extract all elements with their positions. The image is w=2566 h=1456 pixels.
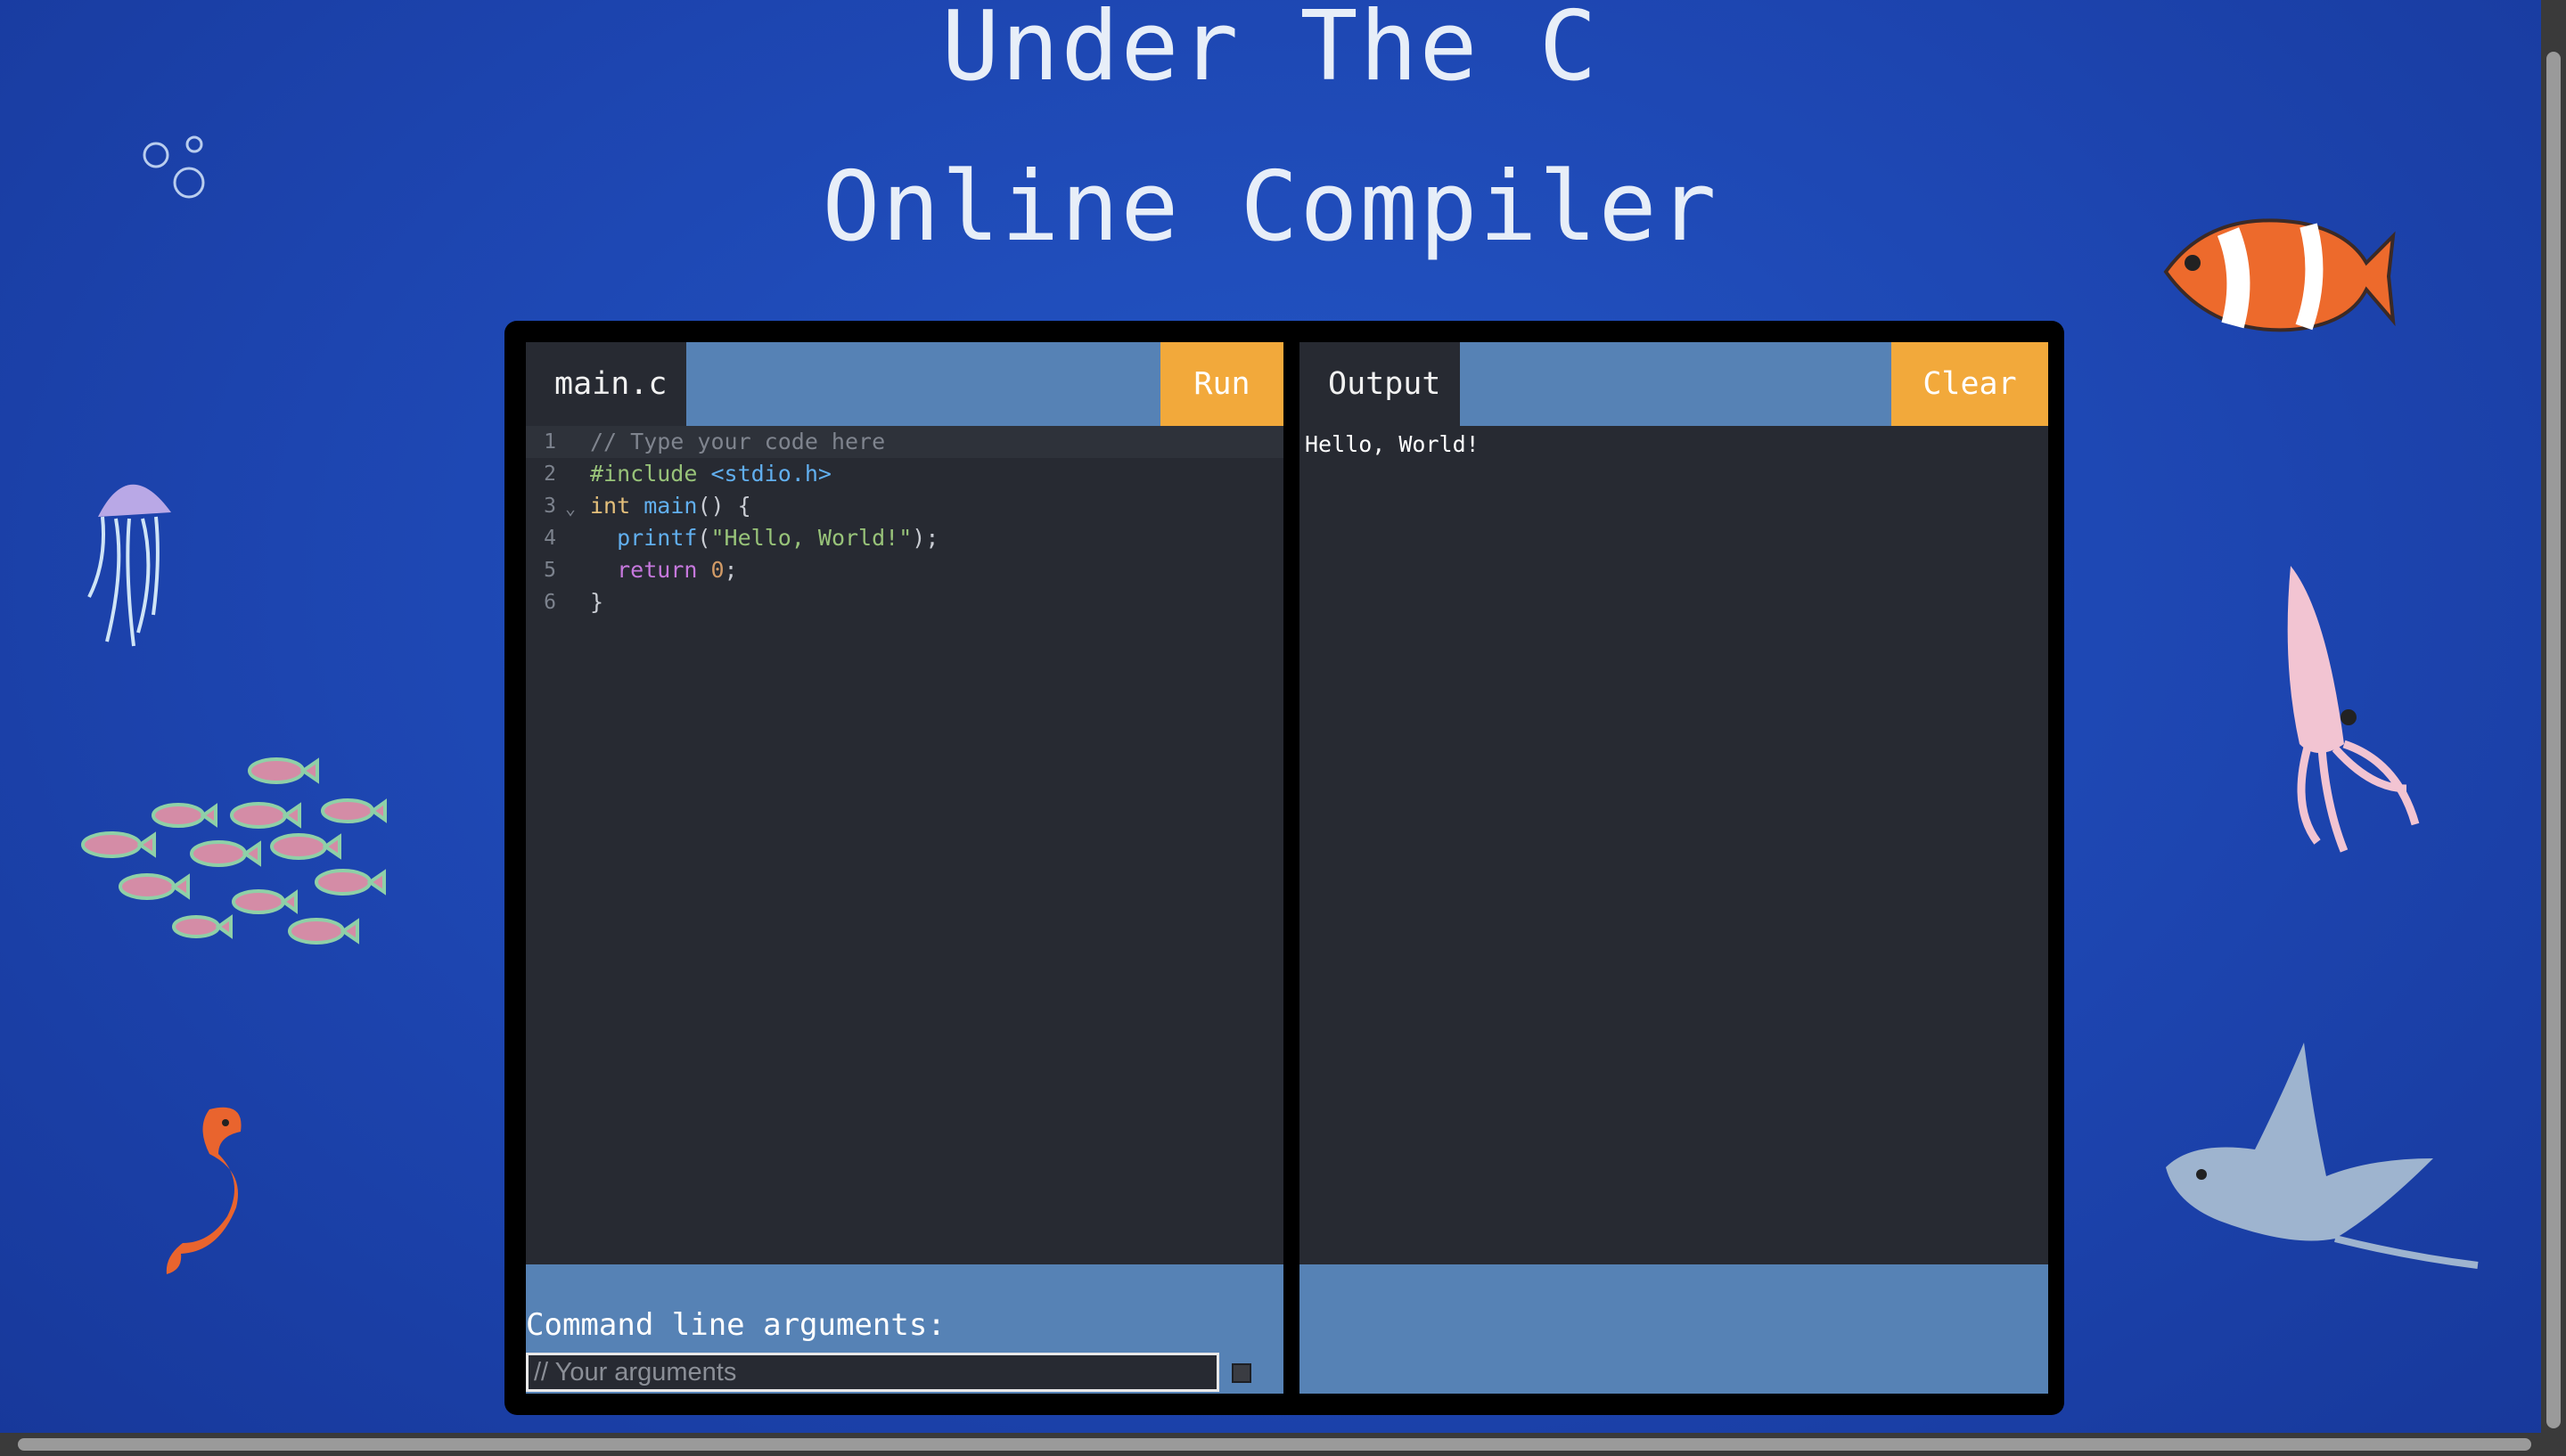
output-tabbar: Output Clear [1299,342,2048,426]
squid-decoration [2287,566,2420,853]
code-token: #include [590,461,711,487]
code-line[interactable]: 2 #include <stdio.h> [526,458,1283,490]
compiler-frame: main.c Run 1 // Type your code here 2 #incl… [504,321,2064,1415]
line-number: 3 [544,495,556,518]
code-token: 0 [710,557,725,583]
horizontal-scrollbar[interactable] [0,1433,2566,1456]
output-bottombar [1299,1264,2048,1394]
code-token: <stdio.h> [710,461,832,487]
editor-panel: main.c Run 1 // Type your code here 2 #incl… [526,342,1283,1394]
vertical-scrollbar[interactable] [2541,0,2566,1433]
code-token: printf [617,525,698,551]
line-number: 5 [544,559,556,582]
code-text: // Type your code here [590,426,885,458]
editor-tabbar: main.c Run [526,342,1283,426]
clear-button[interactable]: Clear [1891,342,2048,426]
code-line[interactable]: 1 // Type your code here [526,426,1283,458]
page-title-line1: Under The C [941,0,1599,102]
bubbles-decoration [143,135,205,199]
run-button[interactable]: Run [1160,342,1283,426]
jellyfish-decoration [87,484,171,647]
code-line[interactable]: 3 ⌄ int main() { [526,490,1283,522]
vertical-scrollbar-thumb[interactable] [2546,52,2561,1428]
fold-chevron-icon[interactable]: ⌄ [565,492,576,524]
code-token: () { [697,493,751,519]
code-token: ( [697,525,711,551]
code-line[interactable]: 5 return 0; [526,554,1283,586]
stingray-decoration [2166,1043,2479,1269]
clownfish-decoration [2163,218,2396,332]
code-token: main [644,493,698,519]
code-line[interactable]: 4 printf("Hello, World!"); [526,522,1283,554]
code-token: "Hello, World!" [710,525,913,551]
code-text: int main() { [590,490,751,522]
code-text: #include <stdio.h> [590,458,832,490]
code-token: return [617,557,698,583]
code-token: ); [912,525,939,551]
code-text: return 0; [590,554,738,586]
arguments-label: Command line arguments: [526,1307,946,1343]
code-line[interactable]: 6} [526,586,1283,618]
code-text: } [590,586,603,618]
line-number: 2 [544,462,556,486]
code-text: printf("Hello, World!"); [590,522,939,554]
arguments-checkbox[interactable] [1232,1363,1251,1383]
seahorse-decoration [166,1107,242,1274]
file-tab-main-c[interactable]: main.c [526,342,686,426]
code-token: // Type your code here [590,429,886,454]
horizontal-scrollbar-thumb[interactable] [18,1438,2531,1451]
arguments-bar: Command line arguments: [526,1264,1283,1394]
line-number: 6 [544,591,556,614]
fish-school-decoration [81,757,387,945]
code-token: } [590,589,604,615]
line-number: 1 [544,430,556,454]
output-text: Hello, World! [1305,431,1480,457]
output-panel: Output Clear Hello, World! [1299,342,2048,1394]
code-token: ; [724,557,738,583]
code-editor[interactable]: 1 // Type your code here 2 #include <stdio.… [526,426,1283,1264]
arguments-input[interactable] [526,1353,1219,1392]
line-number: 4 [544,527,556,550]
output-tab: Output [1299,342,1460,426]
code-token: int [590,493,631,519]
